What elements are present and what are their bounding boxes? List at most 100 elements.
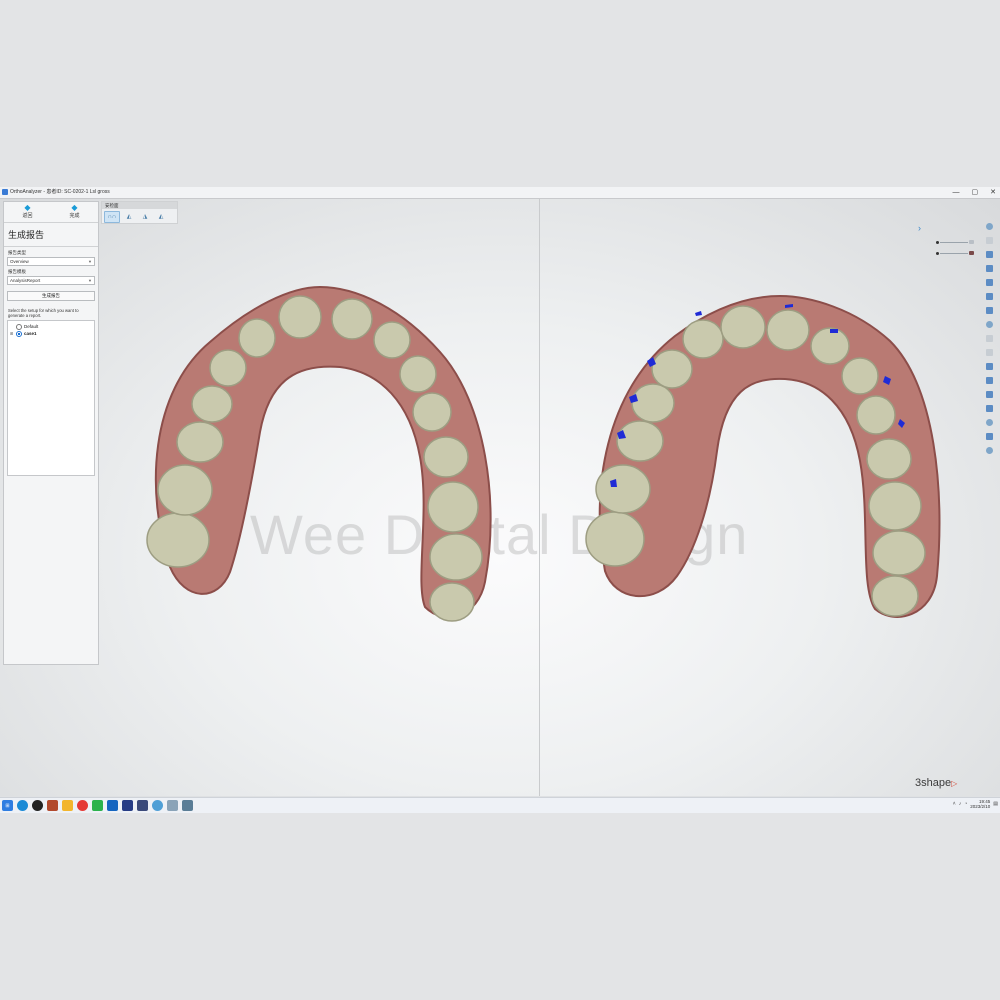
copy-icon[interactable] xyxy=(984,262,995,275)
bluetooth-icon[interactable] xyxy=(152,800,163,811)
copy-icon[interactable] xyxy=(984,276,995,289)
wechat-icon[interactable] xyxy=(92,800,103,811)
grid-icon[interactable] xyxy=(984,332,995,345)
tooth xyxy=(856,395,896,435)
application-window: OrthoAnalyzer - 患者ID: SC-0202-1 Lsl gros… xyxy=(0,187,1000,813)
tooth xyxy=(412,392,452,432)
done-button[interactable]: ◆ 完成 xyxy=(51,202,98,222)
occlusal-view-button[interactable]: ∩∩ xyxy=(104,211,120,223)
edge-icon[interactable] xyxy=(17,800,28,811)
transparency-slider-upper[interactable] xyxy=(936,240,974,244)
arrow-left-icon: ◆ xyxy=(24,203,31,212)
back-label: 返回 xyxy=(22,213,33,219)
tooth xyxy=(157,464,213,516)
setup-instruction: Select the setup for which you want to g… xyxy=(8,308,79,318)
view-navigation: › xyxy=(918,221,976,261)
tooth xyxy=(766,309,810,351)
right-view-button[interactable]: ◭ xyxy=(154,211,168,221)
notes-icon[interactable] xyxy=(182,800,193,811)
view-cube-icon[interactable] xyxy=(984,220,995,233)
tooth xyxy=(176,421,224,463)
rotate-icon[interactable] xyxy=(984,416,995,429)
app-icon xyxy=(2,189,8,195)
setup-tree: Default ⊞ case1 xyxy=(7,320,95,476)
section-icon[interactable] xyxy=(984,374,995,387)
reset-icon[interactable] xyxy=(984,430,995,443)
report-type-select[interactable]: Overview ▼ xyxy=(7,257,95,266)
tooth xyxy=(191,385,233,423)
tooth xyxy=(423,436,469,478)
collision-marker xyxy=(695,311,702,316)
tooth xyxy=(871,575,919,617)
generate-report-button[interactable]: 生成报告 xyxy=(7,291,95,301)
tooth xyxy=(146,512,210,568)
tooth xyxy=(427,481,479,533)
front-view-button[interactable]: ◮ xyxy=(138,211,152,221)
dental-arch-before[interactable] xyxy=(140,282,500,627)
tooth xyxy=(399,355,437,393)
chevron-up-icon[interactable]: ˄ xyxy=(953,801,956,807)
expand-icon[interactable]: ⊞ xyxy=(10,331,14,336)
gallery-icon[interactable] xyxy=(47,800,58,811)
report-type-value: Overview xyxy=(10,259,29,264)
report-template-value: AnalysisReport xyxy=(10,278,41,283)
collision-marker xyxy=(830,329,838,333)
taskbar: ⊞ ˄ ♪ ◔ 19:45 2023/2/10 ▤ xyxy=(0,797,1000,813)
arrow-right-icon: ◆ xyxy=(71,203,78,212)
analyzer-icon[interactable] xyxy=(137,800,148,811)
volume-icon[interactable]: ♪ xyxy=(959,801,962,807)
view-toolbar: 安检面 ∩∩ ◭ ◮ ◭ xyxy=(101,201,178,224)
tooth xyxy=(872,530,926,576)
tooth xyxy=(616,420,664,462)
slider-knob[interactable] xyxy=(936,252,939,255)
tooth xyxy=(868,481,922,531)
sphere-icon[interactable] xyxy=(984,444,995,457)
tooth xyxy=(373,321,411,359)
copy-icon[interactable] xyxy=(984,290,995,303)
minimize-button[interactable]: — xyxy=(953,187,960,198)
layer-icon[interactable] xyxy=(984,234,995,247)
tree-item-default[interactable]: Default xyxy=(10,323,92,330)
close-button[interactable]: ✕ xyxy=(990,187,996,198)
chevron-down-icon: ▼ xyxy=(88,259,92,264)
left-view-button[interactable]: ◭ xyxy=(122,211,136,221)
weibo-icon[interactable] xyxy=(77,800,88,811)
clock-date: 2023/2/10 xyxy=(970,804,991,809)
layer-icon[interactable] xyxy=(984,248,995,261)
brand-logo: 3shape▷ xyxy=(915,777,957,789)
radio-button[interactable] xyxy=(16,323,22,330)
tree-item-case1[interactable]: ⊞ case1 xyxy=(10,330,92,337)
transparency-slider-lower[interactable] xyxy=(936,251,974,255)
media-icon[interactable] xyxy=(32,800,43,811)
copy-icon[interactable] xyxy=(984,304,995,317)
folder-icon[interactable] xyxy=(62,800,73,811)
zoom-icon[interactable] xyxy=(984,388,995,401)
radio-button-selected[interactable] xyxy=(16,330,22,337)
ortho-icon[interactable] xyxy=(122,800,133,811)
tooth xyxy=(585,511,645,567)
back-button[interactable]: ◆ 返回 xyxy=(4,202,51,222)
camera-icon[interactable] xyxy=(984,402,995,415)
remote-icon[interactable] xyxy=(107,800,118,811)
tooth xyxy=(238,318,276,358)
windows-icon[interactable]: ⊞ xyxy=(2,800,13,811)
maximize-button[interactable]: ▢ xyxy=(972,187,979,198)
chevron-right-icon[interactable]: › xyxy=(918,223,921,233)
done-label: 完成 xyxy=(69,213,80,219)
report-template-label: 报告模板 xyxy=(8,269,26,274)
tooth xyxy=(429,533,483,581)
network-icon[interactable] xyxy=(167,800,178,811)
report-panel: ◆ 返回 ◆ 完成 生成报告 报告类型 Overview ▼ 报告模板 Anal… xyxy=(3,201,99,665)
right-toolbar xyxy=(984,220,995,457)
notification-icon[interactable]: ▤ xyxy=(993,801,998,807)
measure-icon[interactable] xyxy=(984,346,995,359)
chevron-down-icon: ▼ xyxy=(88,278,92,283)
dental-arch-after[interactable] xyxy=(585,291,945,626)
angle-icon[interactable] xyxy=(984,360,995,373)
slider-knob[interactable] xyxy=(936,241,939,244)
panel-navigation: ◆ 返回 ◆ 完成 xyxy=(4,202,98,223)
tooth-icon[interactable] xyxy=(984,318,995,331)
clock[interactable]: 19:45 2023/2/10 xyxy=(970,799,990,809)
wifi-icon[interactable]: ◔ xyxy=(964,801,967,807)
report-template-select[interactable]: AnalysisReport ▼ xyxy=(7,276,95,285)
